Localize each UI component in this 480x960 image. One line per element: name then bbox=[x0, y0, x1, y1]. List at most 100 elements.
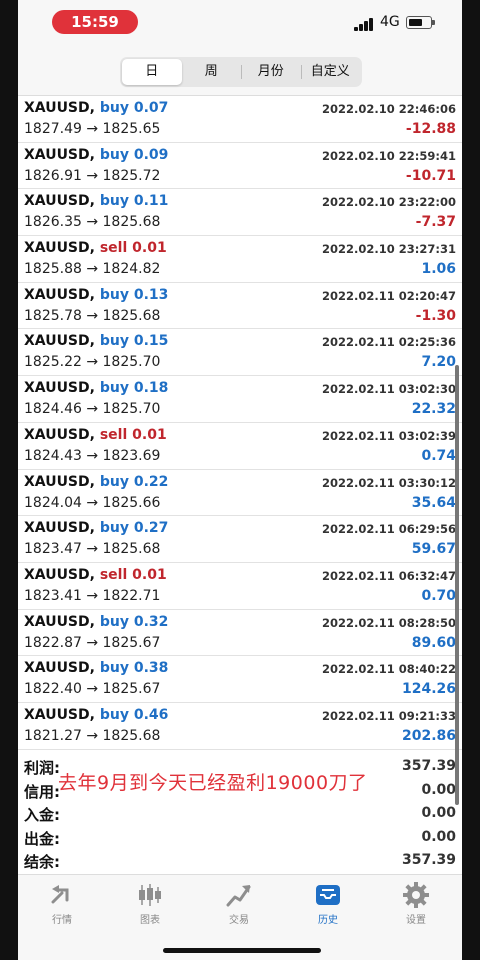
trade-title: XAUUSD, buy 0.11 bbox=[24, 193, 168, 209]
trade-close-time: 2022.02.11 02:20:47 bbox=[322, 288, 456, 303]
summary-deposit-row: 入金: 0.00 bbox=[18, 802, 462, 826]
trade-title: XAUUSD, buy 0.27 bbox=[24, 520, 168, 536]
scrollbar[interactable] bbox=[455, 365, 459, 805]
trade-row[interactable]: XAUUSD, buy 0.15 2022.02.11 02:25:36 1825.… bbox=[18, 329, 462, 377]
trade-profit: 1.06 bbox=[421, 261, 456, 278]
trade-row[interactable]: XAUUSD, buy 0.11 2022.02.10 23:22:00 1826.… bbox=[18, 189, 462, 237]
trade-title: XAUUSD, sell 0.01 bbox=[24, 567, 167, 583]
tab-charts[interactable]: 图表 bbox=[110, 881, 190, 926]
trade-prices: 1826.91 → 1825.72 bbox=[24, 167, 161, 184]
trade-symbol: XAUUSD, bbox=[24, 333, 95, 350]
trade-prices: 1824.46 → 1825.70 bbox=[24, 401, 161, 418]
trade-row[interactable]: XAUUSD, sell 0.01 2022.02.11 03:02:39 1824… bbox=[18, 423, 462, 470]
trade-profit: -10.71 bbox=[405, 167, 456, 184]
summary-label: 信用: bbox=[24, 782, 60, 801]
history-inbox-icon bbox=[316, 885, 340, 905]
trade-profit: 0.70 bbox=[421, 587, 456, 604]
trade-side-volume: buy 0.27 bbox=[99, 520, 169, 537]
trade-title: XAUUSD, buy 0.09 bbox=[24, 147, 168, 163]
trade-symbol: XAUUSD, bbox=[24, 706, 95, 723]
period-tab-custom[interactable]: 自定义 bbox=[300, 59, 361, 85]
trade-close-time: 2022.02.11 03:30:12 bbox=[322, 475, 456, 490]
summary-value: 0.00 bbox=[421, 828, 456, 845]
trade-close-time: 2022.02.11 06:32:47 bbox=[322, 568, 456, 583]
trade-prices: 1821.27 → 1825.68 bbox=[24, 727, 161, 744]
trade-symbol: XAUUSD, bbox=[24, 473, 95, 490]
trade-symbol: XAUUSD, bbox=[24, 613, 95, 630]
trade-prices: 1825.88 → 1824.82 bbox=[24, 261, 161, 278]
trade-profit: 124.26 bbox=[401, 681, 456, 698]
trade-row[interactable]: XAUUSD, sell 0.01 2022.02.11 06:32:47 1823… bbox=[18, 563, 462, 610]
tab-label: 图表 bbox=[140, 915, 160, 926]
trade-title: XAUUSD, sell 0.01 bbox=[24, 240, 167, 256]
trade-title: XAUUSD, buy 0.32 bbox=[24, 614, 168, 630]
trade-profit: -7.37 bbox=[415, 214, 456, 231]
tab-label: 历史 bbox=[318, 915, 338, 926]
trade-row[interactable]: XAUUSD, buy 0.07 2022.02.10 22:46:06 1827.… bbox=[18, 96, 462, 143]
trade-close-time: 2022.02.10 22:46:06 bbox=[322, 102, 456, 116]
trade-symbol: XAUUSD, bbox=[24, 240, 95, 257]
trade-prices: 1822.87 → 1825.67 bbox=[24, 634, 161, 651]
trade-row[interactable]: XAUUSD, buy 0.18 2022.02.11 03:02:30 1824.… bbox=[18, 376, 462, 423]
trade-row[interactable]: XAUUSD, buy 0.46 2022.02.11 09:21:33 1821.… bbox=[18, 703, 462, 750]
period-tab-week[interactable]: 周 bbox=[182, 59, 242, 85]
gear-icon bbox=[403, 882, 429, 908]
period-header: 日 周 月份 自定义 bbox=[18, 46, 462, 96]
trade-side-volume: buy 0.18 bbox=[99, 380, 169, 397]
trade-prices: 1822.40 → 1825.67 bbox=[24, 681, 161, 698]
cellular-signal-icon bbox=[354, 17, 376, 31]
trade-prices: 1823.41 → 1822.71 bbox=[24, 587, 161, 604]
trade-close-time: 2022.02.11 06:29:56 bbox=[322, 522, 456, 537]
trade-close-time: 2022.02.10 23:27:31 bbox=[322, 242, 456, 257]
trade-row[interactable]: XAUUSD, buy 0.38 2022.02.11 08:40:22 1822.… bbox=[18, 656, 462, 703]
status-bar: 15:59 4G bbox=[18, 0, 462, 46]
home-indicator[interactable] bbox=[163, 948, 321, 953]
trade-side-volume: buy 0.46 bbox=[99, 706, 169, 723]
trade-profit: 59.67 bbox=[411, 541, 456, 558]
trade-close-time: 2022.02.11 08:28:50 bbox=[322, 615, 456, 630]
trade-title: XAUUSD, buy 0.22 bbox=[24, 474, 168, 490]
period-tab-day[interactable]: 日 bbox=[122, 59, 182, 85]
trade-prices: 1827.49 → 1825.65 bbox=[24, 121, 161, 137]
trade-symbol: XAUUSD, bbox=[24, 100, 95, 116]
trade-row[interactable]: XAUUSD, buy 0.32 2022.02.11 08:28:50 1822.… bbox=[18, 610, 462, 657]
trade-history-list: XAUUSD, buy 0.07 2022.02.10 22:46:06 1827.… bbox=[18, 96, 462, 750]
trade-symbol: XAUUSD, bbox=[24, 380, 95, 397]
trade-title: XAUUSD, buy 0.13 bbox=[24, 287, 168, 303]
trade-icon bbox=[226, 885, 251, 907]
trade-title: XAUUSD, buy 0.46 bbox=[24, 707, 168, 723]
network-type: 4G bbox=[380, 14, 400, 30]
trade-close-time: 2022.02.11 08:40:22 bbox=[322, 662, 456, 677]
summary-label: 利润: bbox=[24, 759, 60, 777]
trade-profit: 202.86 bbox=[401, 727, 456, 744]
trade-profit: 22.32 bbox=[411, 401, 456, 418]
trade-prices: 1825.78 → 1825.68 bbox=[24, 307, 161, 324]
trade-close-time: 2022.02.10 22:59:41 bbox=[322, 148, 456, 163]
tab-history[interactable]: 历史 bbox=[288, 881, 368, 926]
summary-value: 357.39 bbox=[401, 758, 456, 774]
trade-title: XAUUSD, buy 0.18 bbox=[24, 380, 168, 396]
trade-row[interactable]: XAUUSD, sell 0.01 2022.02.10 23:27:31 1825… bbox=[18, 236, 462, 283]
trade-symbol: XAUUSD, bbox=[24, 193, 95, 210]
trade-profit: 89.60 bbox=[411, 634, 456, 651]
trade-profit: 7.20 bbox=[421, 354, 456, 371]
tab-settings[interactable]: 设置 bbox=[376, 881, 456, 926]
chart-candles-icon bbox=[139, 884, 161, 906]
trade-row[interactable]: XAUUSD, buy 0.22 2022.02.11 03:30:12 1824.… bbox=[18, 470, 462, 517]
video-caption-overlay: 去年9月到今天已经盈利19000刀了 bbox=[58, 772, 368, 794]
trade-row[interactable]: XAUUSD, buy 0.09 2022.02.10 22:59:41 1826.… bbox=[18, 143, 462, 190]
tab-trade[interactable]: 交易 bbox=[199, 881, 279, 926]
trade-profit: -12.88 bbox=[405, 121, 456, 137]
tab-label: 行情 bbox=[52, 915, 72, 926]
trade-title: XAUUSD, sell 0.01 bbox=[24, 427, 167, 443]
trade-side-volume: buy 0.07 bbox=[99, 100, 169, 116]
period-tab-month[interactable]: 月份 bbox=[241, 59, 301, 85]
trade-row[interactable]: XAUUSD, buy 0.27 2022.02.11 06:29:56 1823.… bbox=[18, 516, 462, 563]
summary-label: 结余: bbox=[24, 853, 60, 871]
trade-row[interactable]: XAUUSD, buy 0.13 2022.02.11 02:20:47 1825.… bbox=[18, 283, 462, 330]
summary-value: 0.00 bbox=[421, 805, 456, 821]
tab-quotes[interactable]: 行情 bbox=[22, 881, 102, 926]
trade-side-volume: buy 0.38 bbox=[99, 660, 169, 677]
trade-close-time: 2022.02.10 23:22:00 bbox=[322, 195, 456, 210]
summary-value: 357.39 bbox=[401, 852, 456, 868]
